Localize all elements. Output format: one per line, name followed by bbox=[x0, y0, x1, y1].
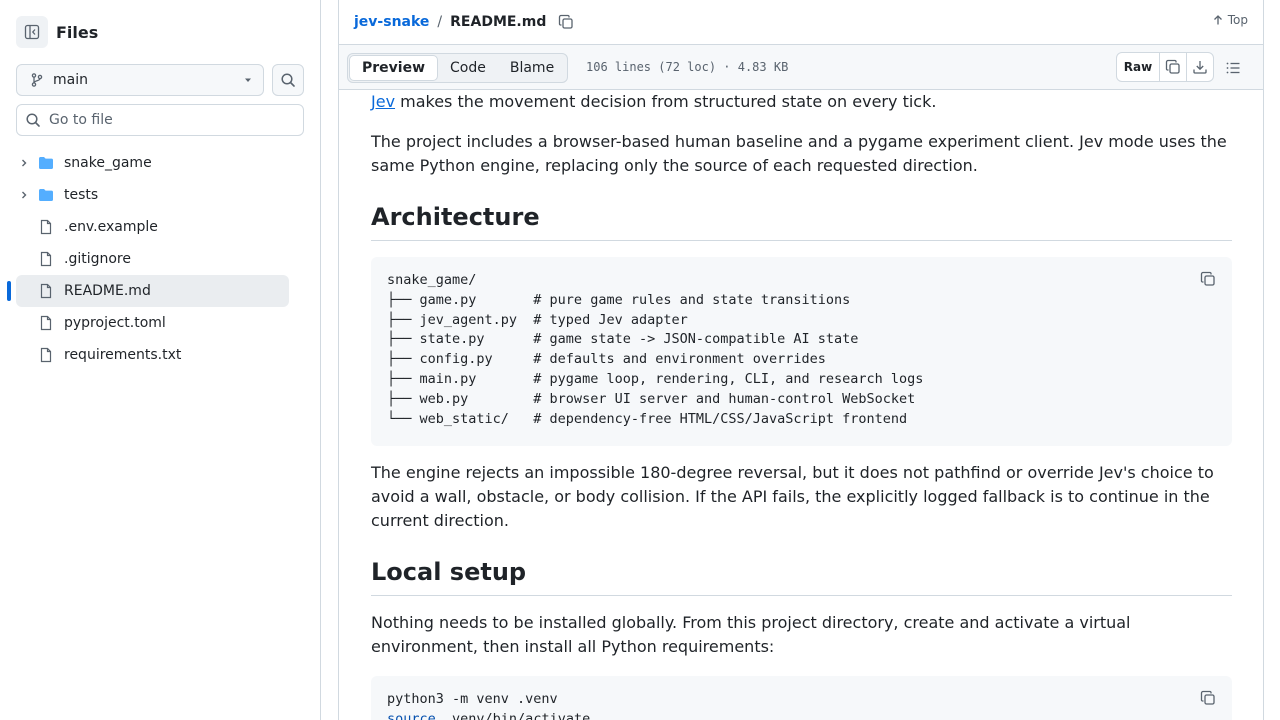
tree-item-label: .env.example bbox=[64, 219, 158, 235]
code-block-setup: python3 -m venv .venv source .venv/bin/a… bbox=[371, 676, 1232, 720]
file-actions: Raw bbox=[1116, 52, 1214, 82]
chevron-right-icon[interactable] bbox=[16, 189, 32, 201]
tab-blame[interactable]: Blame bbox=[498, 55, 566, 81]
file-tree-sidebar: Files main snake_game tests .env.example bbox=[0, 0, 321, 720]
sidebar-collapse-icon bbox=[24, 24, 40, 40]
outline-button[interactable] bbox=[1218, 53, 1248, 83]
download-icon bbox=[1193, 61, 1207, 74]
tree-item-gitignore[interactable]: .gitignore bbox=[16, 243, 289, 275]
tree-item-label: README.md bbox=[64, 283, 151, 299]
file-toolbar: Preview Code Blame 106 lines (72 loc) · … bbox=[339, 45, 1263, 90]
heading-local-setup: Local setup bbox=[371, 557, 1232, 596]
tree-item-label: snake_game bbox=[64, 155, 152, 171]
top-label: Top bbox=[1227, 13, 1248, 27]
tree-item-label: tests bbox=[64, 187, 99, 203]
search-icon bbox=[281, 73, 295, 87]
file-viewer: jev-snake / README.md Top Preview Code B… bbox=[338, 0, 1264, 720]
code-setup: python3 -m venv .venv source .venv/bin/a… bbox=[387, 690, 1216, 720]
caret-down-icon bbox=[245, 78, 251, 82]
readme-content: Jev makes the movement decision from str… bbox=[371, 90, 1232, 720]
code-line: python3 -m venv .venv bbox=[387, 691, 558, 707]
breadcrumb-file: README.md bbox=[450, 14, 547, 30]
tab-preview[interactable]: Preview bbox=[349, 55, 439, 81]
intro-text: makes the movement decision from structu… bbox=[395, 92, 937, 111]
tree-item-label: requirements.txt bbox=[64, 347, 182, 363]
tree-item-label: pyproject.toml bbox=[64, 315, 166, 331]
code-architecture: snake_game/ ├── game.py # pure game rule… bbox=[387, 272, 924, 427]
arrow-up-icon bbox=[1213, 15, 1222, 25]
sidebar-collapse-button[interactable] bbox=[16, 16, 48, 48]
back-to-top-button[interactable]: Top bbox=[1212, 13, 1248, 27]
file-icon bbox=[38, 315, 54, 331]
tree-item-tests[interactable]: tests bbox=[16, 179, 289, 211]
tab-code[interactable]: Code bbox=[438, 55, 498, 81]
branch-name: main bbox=[53, 72, 88, 88]
tree-item-pyproject[interactable]: pyproject.toml bbox=[16, 307, 289, 339]
copy-icon bbox=[1200, 271, 1215, 286]
folder-icon bbox=[38, 155, 54, 171]
heading-architecture: Architecture bbox=[371, 202, 1232, 241]
tree-item-readme[interactable]: README.md bbox=[7, 275, 289, 307]
file-icon bbox=[38, 251, 54, 267]
copy-raw-button[interactable] bbox=[1159, 53, 1186, 81]
sidebar-header: Files bbox=[16, 16, 98, 48]
tree-item-snake-game[interactable]: snake_game bbox=[16, 147, 289, 179]
copy-icon bbox=[559, 14, 574, 29]
paragraph-baseline: The project includes a browser-based hum… bbox=[371, 132, 1227, 175]
sidebar-title: Files bbox=[56, 22, 99, 42]
paragraph-engine: The engine rejects an impossible 180-deg… bbox=[371, 463, 1214, 530]
search-icon bbox=[26, 113, 40, 127]
list-unordered-icon bbox=[1226, 62, 1240, 74]
selected-indicator bbox=[7, 281, 11, 301]
file-icon bbox=[38, 347, 54, 363]
copy-path-button[interactable] bbox=[558, 14, 574, 30]
breadcrumb-repo-link[interactable]: jev-snake bbox=[354, 14, 429, 30]
file-icon bbox=[38, 283, 54, 299]
code-line: .venv/bin/activate bbox=[435, 710, 591, 720]
search-files-button[interactable] bbox=[272, 64, 304, 96]
tree-item-label: .gitignore bbox=[64, 251, 131, 267]
copy-code-button[interactable] bbox=[1199, 270, 1217, 288]
code-block-architecture: snake_game/ ├── game.py # pure game rule… bbox=[371, 257, 1232, 446]
tree-item-requirements[interactable]: requirements.txt bbox=[16, 339, 289, 371]
go-to-file-field[interactable] bbox=[16, 104, 304, 136]
file-tree: snake_game tests .env.example .gitignore… bbox=[7, 147, 289, 371]
file-icon bbox=[38, 219, 54, 235]
file-header: jev-snake / README.md Top bbox=[339, 0, 1263, 45]
go-to-file-input[interactable] bbox=[49, 112, 289, 128]
intro-paragraph: Jev makes the movement decision from str… bbox=[371, 90, 1232, 114]
copy-icon bbox=[1165, 59, 1180, 74]
tree-item-env-example[interactable]: .env.example bbox=[16, 211, 289, 243]
code-keyword: source bbox=[387, 710, 436, 720]
download-button[interactable] bbox=[1186, 53, 1213, 81]
copy-icon bbox=[1200, 690, 1215, 705]
branch-selector[interactable]: main bbox=[16, 64, 264, 96]
breadcrumb-separator: / bbox=[437, 14, 443, 30]
file-meta: 106 lines (72 loc) · 4.83 KB bbox=[586, 60, 789, 74]
copy-code-button[interactable] bbox=[1199, 689, 1217, 707]
folder-icon bbox=[38, 187, 54, 203]
jev-link[interactable]: Jev bbox=[371, 92, 395, 111]
paragraph-setup: Nothing needs to be installed globally. … bbox=[371, 613, 1131, 656]
raw-button[interactable]: Raw bbox=[1117, 53, 1159, 81]
git-branch-icon bbox=[31, 73, 43, 87]
view-mode-tabs: Preview Code Blame bbox=[347, 53, 569, 83]
chevron-right-icon[interactable] bbox=[16, 157, 32, 169]
